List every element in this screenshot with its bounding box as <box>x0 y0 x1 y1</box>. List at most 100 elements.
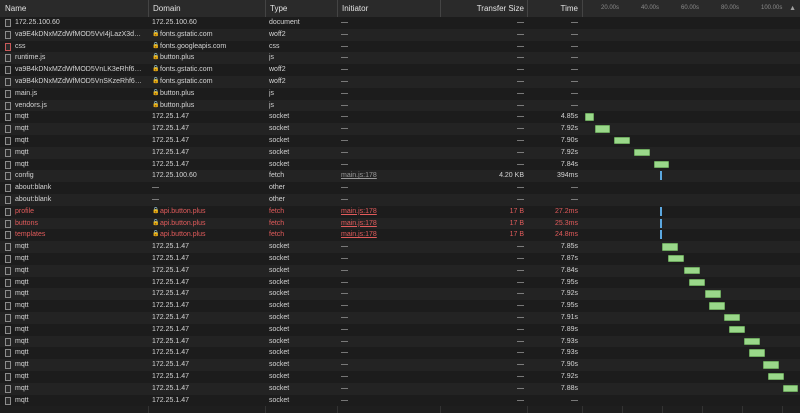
column-header-name[interactable]: Name <box>5 0 145 17</box>
waterfall-tick <box>660 218 663 228</box>
chevron-up-icon[interactable]: ▲ <box>789 0 796 17</box>
request-row[interactable]: runtime.js 🔒button.plus js — — — <box>0 52 800 65</box>
column-header-domain[interactable]: Domain <box>148 0 264 17</box>
request-row[interactable]: mqtt 172.25.1.47 socket — — 4.85s <box>0 111 800 124</box>
column-header-waterfall[interactable]: 20.00s 40.00s 60.00s 80.00s 100.00s ▲ <box>582 0 800 17</box>
request-initiator[interactable]: main.js:178 <box>341 218 437 230</box>
request-row[interactable]: buttons 🔒api.button.plus fetch main.js:178 1… <box>0 217 800 230</box>
socket-icon <box>5 361 11 370</box>
request-type: socket <box>269 349 290 357</box>
request-row[interactable]: mqtt 172.25.1.47 socket — — 7.92s <box>0 123 800 135</box>
request-name: mqtt <box>15 302 29 310</box>
request-time: — <box>571 89 578 97</box>
request-row[interactable]: main.js 🔒button.plus js — — — <box>0 87 800 100</box>
request-row[interactable]: mqtt 172.25.1.47 socket — — 7.84s <box>0 158 800 171</box>
request-row[interactable]: mqtt 172.25.1.47 socket — — 7.90s <box>0 134 800 147</box>
request-row[interactable]: mqtt 172.25.1.47 socket — — 7.89s <box>0 323 800 336</box>
column-header-initiator[interactable]: Initiator <box>337 0 439 17</box>
socket-icon <box>5 160 11 169</box>
request-initiator: — <box>341 66 348 74</box>
request-row[interactable]: config 172.25.100.60 fetch main.js:178 4.20 … <box>0 170 800 183</box>
request-transfer-size: — <box>517 278 524 286</box>
request-row[interactable]: mqtt 172.25.1.47 socket — — 7.90s <box>0 359 800 371</box>
request-initiator: — <box>341 337 348 345</box>
lock-icon: 🔒 <box>152 100 158 112</box>
request-row[interactable]: about:blank — other — — — <box>0 182 800 194</box>
request-row[interactable]: va9B4kDNxMZdWfMOD5VnLK3eRhf6Xl… 🔒fonts.gs… <box>0 64 800 76</box>
waterfall-bar <box>744 337 760 346</box>
request-domain: api.button.plus <box>160 219 206 227</box>
request-domain: 172.25.1.47 <box>152 384 189 392</box>
request-row[interactable]: profile 🔒api.button.plus fetch main.js:178 1… <box>0 205 800 218</box>
waterfall-tick <box>660 206 663 216</box>
request-transfer-size: — <box>517 101 524 109</box>
request-initiator: — <box>341 372 348 380</box>
request-row[interactable]: vendors.js 🔒button.plus js — — — <box>0 99 800 112</box>
request-row[interactable]: mqtt 172.25.1.47 socket — — 7.95s <box>0 300 800 312</box>
request-type: socket <box>269 313 290 321</box>
request-transfer-size: — <box>517 160 524 168</box>
request-time: — <box>571 42 578 50</box>
script-file-icon <box>5 101 11 110</box>
socket-icon <box>5 125 11 134</box>
request-row[interactable]: css 🔒fonts.googleapis.com css — — — <box>0 40 800 53</box>
request-list: 172.25.100.60 172.25.100.60 document — — — va9… <box>0 17 800 407</box>
request-type: css <box>269 42 280 50</box>
request-row[interactable]: mqtt 172.25.1.47 socket — — 7.95s <box>0 276 800 289</box>
request-initiator: — <box>341 313 348 321</box>
request-name: mqtt <box>15 243 29 251</box>
request-type: socket <box>269 325 290 333</box>
request-time: 7.90s <box>560 361 578 369</box>
request-time: — <box>571 195 578 203</box>
request-row[interactable]: mqtt 172.25.1.47 socket — — — <box>0 394 800 407</box>
request-row[interactable]: mqtt 172.25.1.47 socket — — 7.91s <box>0 311 800 324</box>
request-name: mqtt <box>15 361 29 369</box>
column-header-type[interactable]: Type <box>265 0 337 17</box>
request-name: mqtt <box>15 136 29 144</box>
request-domain: fonts.gstatic.com <box>160 30 213 38</box>
request-row[interactable]: mqtt 172.25.1.47 socket — — 7.88s <box>0 382 800 395</box>
request-row[interactable]: about:blank — other — — — <box>0 193 800 206</box>
request-transfer-size: — <box>517 113 524 121</box>
request-row[interactable]: mqtt 172.25.1.47 socket — — 7.92s <box>0 146 800 159</box>
request-initiator: — <box>341 113 348 121</box>
request-transfer-size: — <box>517 372 524 380</box>
request-row[interactable]: templates 🔒api.button.plus fetch main.js:17… <box>0 229 800 242</box>
request-name: buttons <box>15 219 38 227</box>
request-transfer-size: 17 B <box>509 207 524 215</box>
fetch-icon <box>5 207 11 216</box>
request-type: socket <box>269 372 290 380</box>
socket-icon <box>5 290 11 299</box>
socket-icon <box>5 136 11 145</box>
request-time: 394ms <box>556 172 578 180</box>
request-time: — <box>571 396 578 404</box>
request-initiator: — <box>341 195 348 203</box>
request-row[interactable]: mqtt 172.25.1.47 socket — — 7.92s <box>0 370 800 383</box>
column-header-time[interactable]: Time <box>527 0 582 17</box>
request-row[interactable]: mqtt 172.25.1.47 socket — — 7.85s <box>0 241 800 253</box>
request-initiator[interactable]: main.js:178 <box>341 206 437 218</box>
request-row[interactable]: mqtt 172.25.1.47 socket — — 7.84s <box>0 264 800 277</box>
request-row[interactable]: mqtt 172.25.1.47 socket — — 7.93s <box>0 347 800 360</box>
request-initiator[interactable]: main.js:178 <box>341 170 437 182</box>
request-domain: 172.25.1.47 <box>152 148 189 156</box>
request-name: mqtt <box>15 384 29 392</box>
request-initiator[interactable]: main.js:178 <box>341 229 437 241</box>
request-type: other <box>269 184 285 192</box>
request-time: — <box>571 19 578 26</box>
request-transfer-size: — <box>517 30 524 38</box>
request-name: mqtt <box>15 160 29 168</box>
column-header-transfer-size[interactable]: Transfer Size <box>440 0 526 17</box>
request-row[interactable]: mqtt 172.25.1.47 socket — — 7.93s <box>0 335 800 348</box>
request-initiator: — <box>341 361 348 369</box>
request-row[interactable]: mqtt 172.25.1.47 socket — — 7.87s <box>0 252 800 265</box>
request-row[interactable]: 172.25.100.60 172.25.100.60 document — — — <box>0 17 800 29</box>
request-transfer-size: — <box>517 184 524 192</box>
request-time: 7.84s <box>560 266 578 274</box>
request-time: 7.88s <box>560 384 578 392</box>
request-initiator: — <box>341 184 348 192</box>
request-row[interactable]: mqtt 172.25.1.47 socket — — 7.92s <box>0 288 800 301</box>
request-row[interactable]: va9E4kDNxMZdWfMOD5VvI4jLazX3dA… 🔒fonts.gs… <box>0 28 800 41</box>
timeline-tick-label: 40.00s <box>641 5 660 11</box>
request-row[interactable]: va9B4kDNxMZdWfMOD5VnSKzeRhf6Xl… 🔒fonts.gs… <box>0 75 800 88</box>
